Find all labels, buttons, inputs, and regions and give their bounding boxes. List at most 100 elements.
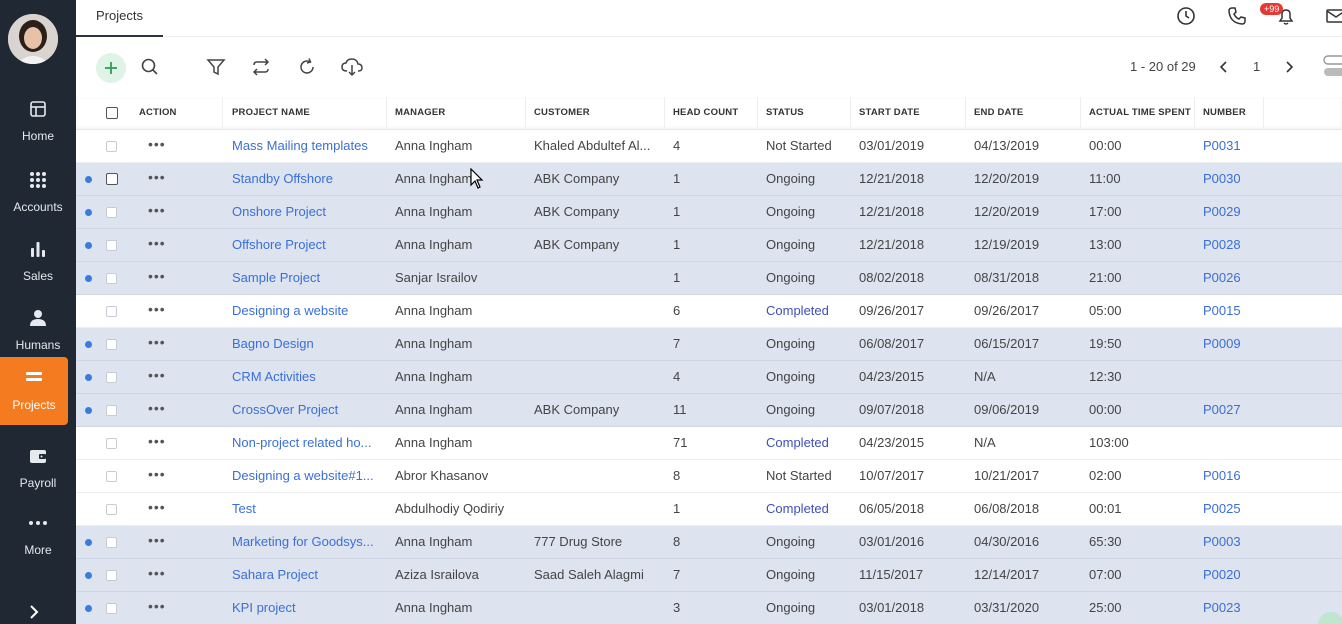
- row-actions-icon[interactable]: •••: [148, 163, 166, 195]
- cell-project-name[interactable]: Marketing for Goodsys...: [224, 526, 374, 558]
- sidebar-item-home[interactable]: Home: [0, 88, 76, 154]
- column-header-number[interactable]: NUMBER: [1195, 97, 1264, 130]
- row-actions-icon[interactable]: •••: [148, 361, 166, 393]
- refresh-icon[interactable]: [297, 57, 317, 77]
- cell-number[interactable]: P0031: [1195, 130, 1264, 162]
- row-actions-icon[interactable]: •••: [148, 229, 166, 261]
- current-page[interactable]: 1: [1253, 59, 1260, 74]
- table-row[interactable]: ••• Sahara Project Aziza Israilova Saad Sal…: [76, 559, 1342, 592]
- row-actions-icon[interactable]: •••: [148, 559, 166, 591]
- table-row[interactable]: ••• Bagno Design Anna Ingham 7 Ongoing 06/08/…: [76, 328, 1342, 361]
- column-header-customer[interactable]: CUSTOMER: [526, 97, 665, 130]
- row-actions-icon[interactable]: •••: [148, 592, 166, 624]
- row-actions-icon[interactable]: •••: [148, 130, 166, 162]
- table-row[interactable]: ••• Mass Mailing templates Anna Ingham Khal…: [76, 130, 1342, 163]
- row-checkbox[interactable]: [106, 306, 117, 317]
- row-checkbox[interactable]: [106, 141, 117, 152]
- cell-project-name[interactable]: Designing a website#1...: [224, 460, 374, 492]
- row-checkbox[interactable]: [106, 207, 117, 218]
- row-actions-icon[interactable]: •••: [148, 262, 166, 294]
- avatar[interactable]: [8, 14, 58, 64]
- cell-project-name[interactable]: Sahara Project: [224, 559, 374, 591]
- sidebar-item-payroll[interactable]: Payroll: [0, 435, 76, 501]
- row-checkbox[interactable]: [106, 438, 117, 449]
- row-actions-icon[interactable]: •••: [148, 493, 166, 525]
- cell-project-name[interactable]: CRM Activities: [224, 361, 374, 393]
- cell-project-name[interactable]: KPI project: [224, 592, 374, 624]
- table-row[interactable]: ••• Standby Offshore Anna Ingham ABK Compan…: [76, 163, 1342, 196]
- table-row[interactable]: ••• KPI project Anna Ingham 3 Ongoing 03/01/2…: [76, 592, 1342, 624]
- cell-number[interactable]: P0020: [1195, 559, 1264, 591]
- sidebar-item-humans[interactable]: Humans: [0, 297, 76, 363]
- sidebar-item-sales[interactable]: Sales: [0, 228, 76, 294]
- cell-project-name[interactable]: Onshore Project: [224, 196, 374, 228]
- row-actions-icon[interactable]: •••: [148, 196, 166, 228]
- cell-project-name[interactable]: Designing a website: [224, 295, 374, 327]
- cloud-download-icon[interactable]: [341, 57, 363, 77]
- cell-project-name[interactable]: Sample Project: [224, 262, 374, 294]
- row-actions-icon[interactable]: •••: [148, 328, 166, 360]
- column-header-end-date[interactable]: END DATE: [966, 97, 1081, 130]
- column-header-action[interactable]: ACTION: [131, 97, 223, 130]
- column-header-manager[interactable]: MANAGER: [387, 97, 526, 130]
- add-project-button[interactable]: [96, 53, 126, 83]
- cell-project-name[interactable]: CrossOver Project: [224, 394, 374, 426]
- cell-project-name[interactable]: Bagno Design: [224, 328, 374, 360]
- cell-project-name[interactable]: Mass Mailing templates: [224, 130, 374, 162]
- row-actions-icon[interactable]: •••: [148, 394, 166, 426]
- cell-number[interactable]: P0015: [1195, 295, 1264, 327]
- table-row[interactable]: ••• Non-project related ho... Anna Ingham 7…: [76, 427, 1342, 460]
- cell-number[interactable]: P0029: [1195, 196, 1264, 228]
- chevron-right-icon[interactable]: [1281, 59, 1297, 75]
- view-toggle-icon[interactable]: [1322, 55, 1342, 77]
- column-header-start-date[interactable]: START DATE: [851, 97, 966, 130]
- filter-icon[interactable]: [206, 57, 226, 77]
- column-header-actual-time-spent[interactable]: ACTUAL TIME SPENT: [1081, 97, 1195, 130]
- expand-sidebar-icon[interactable]: [26, 604, 42, 620]
- row-checkbox[interactable]: [106, 603, 117, 614]
- column-header-status[interactable]: STATUS: [758, 97, 851, 130]
- cell-project-name[interactable]: Test: [224, 493, 374, 525]
- swap-icon[interactable]: [251, 57, 271, 77]
- sidebar-item-accounts[interactable]: Accounts: [0, 159, 76, 225]
- row-checkbox[interactable]: [106, 339, 117, 350]
- row-actions-icon[interactable]: •••: [148, 526, 166, 558]
- row-checkbox[interactable]: [106, 173, 118, 185]
- mail-icon[interactable]: [1326, 6, 1342, 26]
- cell-project-name[interactable]: Standby Offshore: [224, 163, 374, 195]
- row-checkbox[interactable]: [106, 405, 117, 416]
- cell-number[interactable]: P0027: [1195, 394, 1264, 426]
- cell-number[interactable]: [1195, 361, 1264, 393]
- table-row[interactable]: ••• Marketing for Goodsys... Anna Ingham 77…: [76, 526, 1342, 559]
- row-checkbox[interactable]: [106, 273, 117, 284]
- sidebar-item-more[interactable]: More: [0, 502, 76, 568]
- cell-number[interactable]: P0026: [1195, 262, 1264, 294]
- cell-number[interactable]: P0025: [1195, 493, 1264, 525]
- phone-icon[interactable]: [1227, 6, 1247, 26]
- row-actions-icon[interactable]: •••: [148, 427, 166, 459]
- row-actions-icon[interactable]: •••: [148, 295, 166, 327]
- row-checkbox[interactable]: [106, 570, 117, 581]
- cell-project-name[interactable]: Non-project related ho...: [224, 427, 374, 459]
- row-checkbox[interactable]: [106, 537, 117, 548]
- cell-number[interactable]: P0016: [1195, 460, 1264, 492]
- search-icon[interactable]: [140, 57, 160, 77]
- cell-number[interactable]: P0028: [1195, 229, 1264, 261]
- select-all-checkbox[interactable]: [106, 107, 118, 119]
- table-row[interactable]: ••• Designing a website#1... Abror Khasano…: [76, 460, 1342, 493]
- table-row[interactable]: ••• Onshore Project Anna Ingham ABK Company…: [76, 196, 1342, 229]
- column-header-head-count[interactable]: HEAD COUNT: [665, 97, 758, 130]
- row-checkbox[interactable]: [106, 240, 117, 251]
- chevron-left-icon[interactable]: [1216, 59, 1232, 75]
- clock-icon[interactable]: [1176, 6, 1196, 26]
- cell-number[interactable]: P0030: [1195, 163, 1264, 195]
- cell-number[interactable]: P0003: [1195, 526, 1264, 558]
- tab-projects[interactable]: Projects: [76, 0, 163, 37]
- column-header-project-name[interactable]: PROJECT NAME: [224, 97, 387, 130]
- sidebar-item-projects[interactable]: Projects: [0, 357, 68, 425]
- cell-number[interactable]: [1195, 427, 1264, 459]
- table-row[interactable]: ••• Test Abdulhodiy Qodiriy 1 Completed 06/05…: [76, 493, 1342, 526]
- table-row[interactable]: ••• Designing a website Anna Ingham 6 Comple…: [76, 295, 1342, 328]
- cell-project-name[interactable]: Offshore Project: [224, 229, 374, 261]
- table-row[interactable]: ••• CrossOver Project Anna Ingham ABK Compa…: [76, 394, 1342, 427]
